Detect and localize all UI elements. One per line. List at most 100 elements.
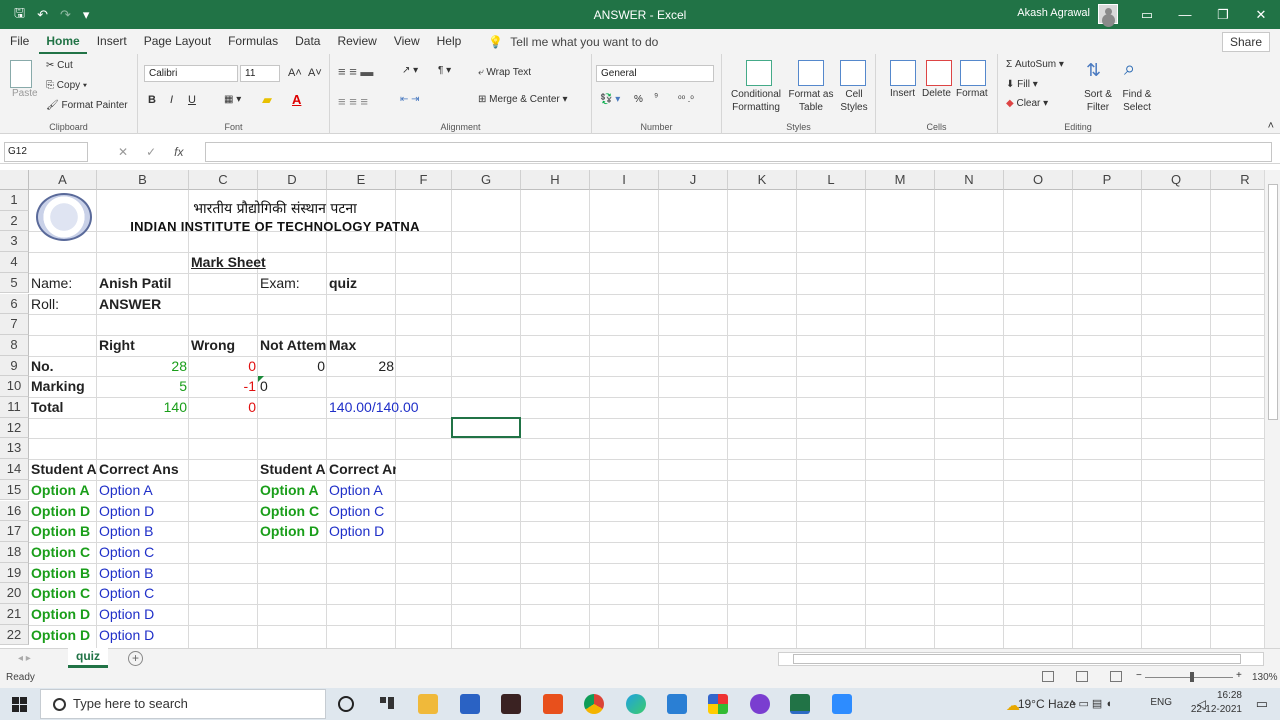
orientation-icon[interactable]: ↗ ▾ [402,65,418,76]
row-header-16[interactable]: 16 [0,500,29,522]
fill-button[interactable]: ⬇ Fill ▾ [1006,79,1038,90]
format-cells-button[interactable]: Format [956,88,988,99]
student-answer-cell[interactable]: Option D [29,625,97,646]
tray-overflow-icon[interactable]: ˄ ▭ ▤ ◖ [1069,697,1112,710]
mark-sheet-title[interactable]: Mark Sheet [189,252,289,273]
row-header-11[interactable]: 11 [0,397,29,418]
header-right[interactable]: Right [97,335,189,356]
roll-value[interactable]: ANSWER [97,294,189,315]
name-box[interactable]: G12 [4,142,88,162]
student-answer-cell[interactable]: Option B [29,521,97,542]
enter-icon[interactable]: ✓ [146,145,156,159]
bold-button[interactable]: B [148,94,156,106]
insert-cells-button[interactable]: Insert [890,88,915,99]
find-icon[interactable]: ⌕ [1124,58,1135,81]
header-not-attempted[interactable]: Not Attem [258,335,327,356]
total-right[interactable]: 140 [97,397,189,418]
horizontal-scroll-thumb[interactable] [793,654,1241,664]
column-header-r[interactable]: R [1211,170,1264,190]
student-answer-cell[interactable]: Option D [29,501,97,522]
paste-button[interactable]: Paste [12,88,38,99]
user-name[interactable]: Akash Agrawal [1017,7,1090,19]
format-cells-icon[interactable] [960,60,986,86]
user-avatar[interactable] [1098,4,1118,24]
active-cell-selection[interactable] [451,416,521,439]
clear-button[interactable]: ◆ Clear ▾ [1006,98,1048,109]
normal-view-icon[interactable] [1042,671,1054,682]
column-header-j[interactable]: J [659,170,728,190]
marking-not-attempted[interactable]: 0 [258,376,327,397]
clock-date[interactable]: 22-12-2021 [1191,704,1242,715]
student-answer-cell[interactable]: Option D [258,521,327,542]
row-header-14[interactable]: 14 [0,459,29,480]
format-as-table-button[interactable]: Format as Table [788,88,834,114]
collapse-ribbon-icon[interactable]: ˄ [1268,120,1274,132]
tab-insert[interactable]: Insert [90,29,134,54]
cortana-icon[interactable] [338,696,354,712]
row-header-21[interactable]: 21 [0,604,29,625]
count-max[interactable]: 28 [327,356,396,377]
ribbon-display-button[interactable]: ▭ [1128,0,1166,29]
correct-answer-cell[interactable]: Option C [97,542,189,563]
conditional-formatting-button[interactable]: Conditional Formatting [730,88,782,114]
insert-function-icon[interactable]: fx [174,145,183,159]
total-score[interactable]: 140.00/140.00 [327,397,457,418]
find-select-button[interactable]: Find & Select [1118,88,1156,114]
select-all-corner[interactable] [0,170,29,190]
font-size-box[interactable]: 11 [240,65,280,82]
cell-styles-icon[interactable] [840,60,866,86]
student-answer-header-2[interactable]: Student A [258,459,327,480]
header-wrong[interactable]: Wrong [189,335,258,356]
cell-styles-button[interactable]: Cell Styles [834,88,874,114]
redo-icon[interactable]: ↷ [60,7,71,23]
row-header-15[interactable]: 15 [0,479,29,501]
grow-font-button[interactable]: A˄ [288,67,302,79]
row-header-5[interactable]: 5 [0,272,29,294]
column-header-i[interactable]: I [590,170,659,190]
row-header-7[interactable]: 7 [0,314,29,335]
vertical-scrollbar[interactable] [1264,170,1280,648]
italic-button[interactable]: I [170,94,173,106]
row-header-12[interactable]: 12 [0,417,29,439]
student-answer-cell[interactable]: Option D [29,604,97,625]
tab-page-layout[interactable]: Page Layout [137,29,218,54]
column-header-o[interactable]: O [1004,170,1073,190]
column-header-c[interactable]: C [189,170,258,190]
formula-input[interactable] [205,142,1272,162]
tab-home[interactable]: Home [39,29,87,54]
row-header-17[interactable]: 17 [0,521,29,542]
minimize-button[interactable]: — [1166,0,1204,29]
close-button[interactable]: ✕ [1242,0,1280,29]
sort-filter-icon[interactable]: ⇅ [1086,60,1101,81]
font-color-icon[interactable]: A [292,92,301,107]
number-format-box[interactable]: General [596,65,714,82]
restore-button[interactable]: ❐ [1204,0,1242,29]
excel-taskbar-icon[interactable] [790,694,810,714]
insert-cells-icon[interactable] [890,60,916,86]
edge-icon[interactable] [626,694,646,714]
correct-answer-cell[interactable]: Option D [97,501,189,522]
sheet-tab-quiz[interactable]: quiz [68,648,108,668]
student-answer-header[interactable]: Student A [29,459,97,480]
align-left-icon[interactable]: ≡ ≡ ≡ [338,94,368,109]
indent-icon[interactable]: ⇤ ⇥ [400,94,420,105]
merge-center-button[interactable]: ⊞ Merge & Center ▾ [478,94,568,105]
mail-icon[interactable] [667,694,687,714]
fill-color-icon[interactable]: ▰ [262,92,272,108]
column-header-e[interactable]: E [327,170,396,190]
student-answer-cell[interactable]: Option C [29,542,97,563]
copy-button[interactable]: ⎘ Copy ▾ [46,80,87,91]
currency-icon[interactable]: 💱 ▾ [600,94,620,105]
column-header-a[interactable]: A [29,170,97,190]
cancel-icon[interactable]: ✕ [118,145,128,159]
undo-icon[interactable]: ↶ [37,7,48,23]
correct-answer-cell[interactable]: Option D [97,625,189,646]
correct-answer-cell[interactable]: Option B [97,521,189,542]
count-label[interactable]: No. [29,356,97,377]
row-header-13[interactable]: 13 [0,438,29,460]
row-header-6[interactable]: 6 [0,293,29,315]
office-icon[interactable] [543,694,563,714]
count-wrong[interactable]: 0 [189,356,258,377]
column-header-g[interactable]: G [452,170,521,190]
row-header-19[interactable]: 19 [0,562,29,584]
